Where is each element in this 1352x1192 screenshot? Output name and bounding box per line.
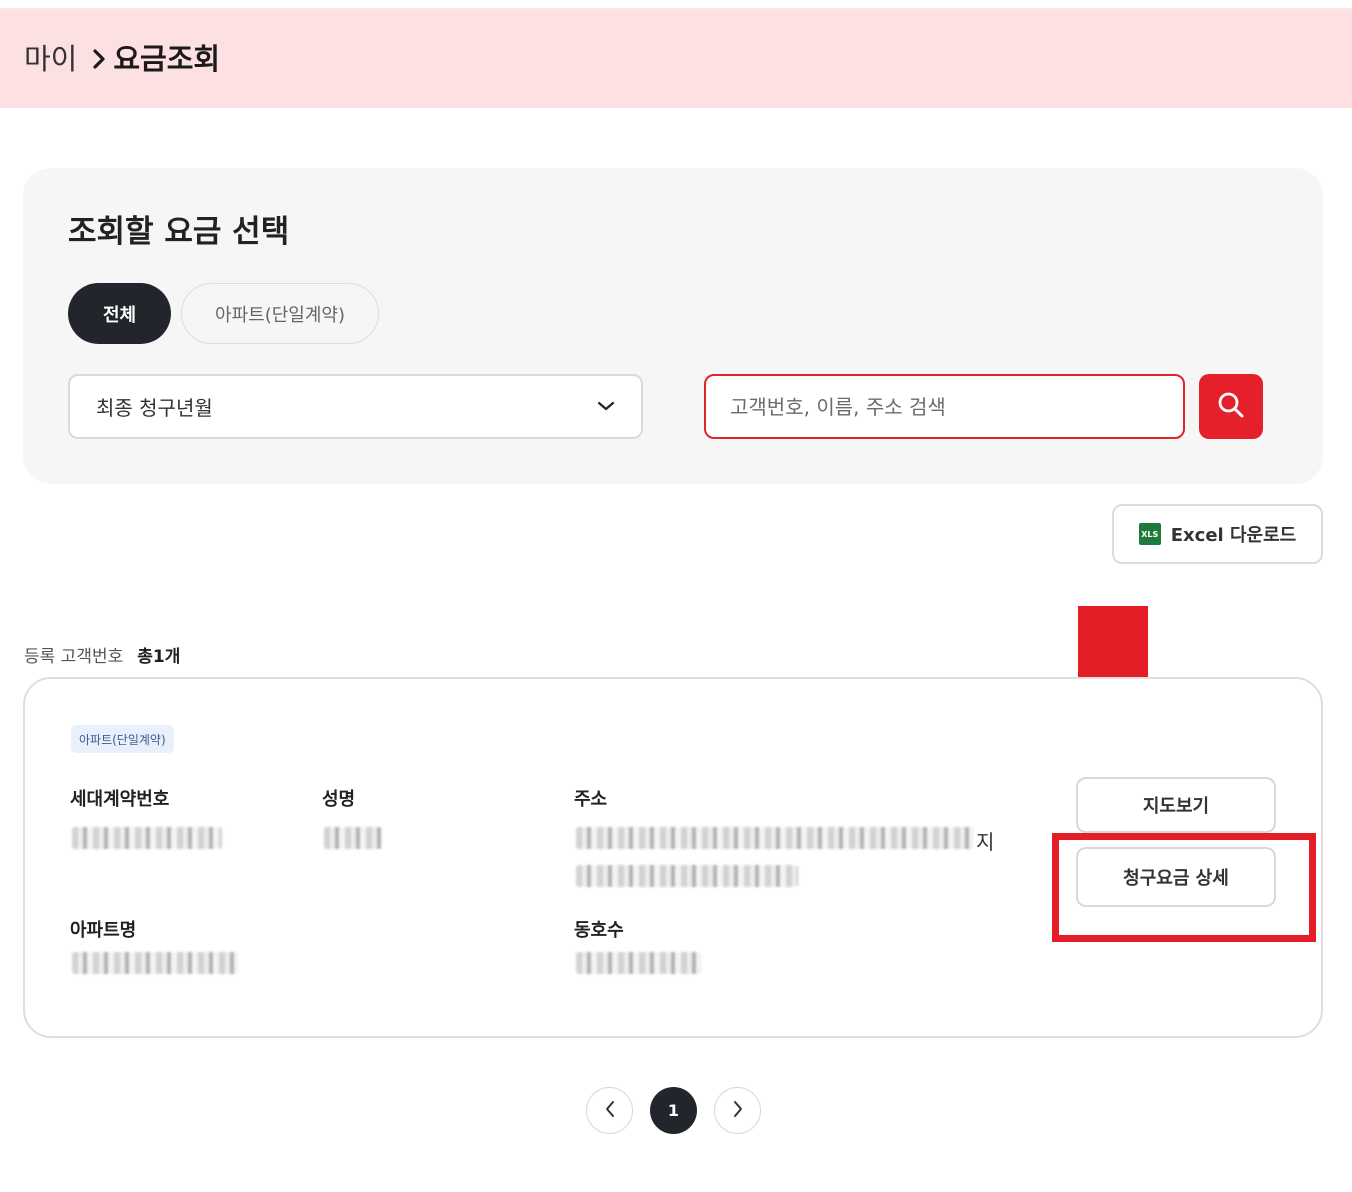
top-edge <box>0 0 1352 8</box>
registered-customer-count: 등록 고객번호 총1개 <box>24 642 180 667</box>
map-view-button[interactable]: 지도보기 <box>1076 777 1276 833</box>
unit-number-value-redacted <box>576 952 702 974</box>
chevron-right-icon <box>91 47 107 71</box>
address-line1-tail: 지 <box>976 830 995 854</box>
name-label: 성명 <box>322 789 356 810</box>
breadcrumb-current: 요금조회 <box>113 42 221 76</box>
count-label: 등록 고객번호 <box>24 647 124 667</box>
address-label: 주소 <box>574 789 608 810</box>
chip-all[interactable]: 전체 <box>68 283 171 344</box>
address-line1-redacted <box>576 827 974 849</box>
page-header: 마이 요금조회 <box>0 8 1352 108</box>
address-line2-redacted <box>576 865 798 887</box>
breadcrumb: 마이 요금조회 <box>24 40 220 78</box>
breadcrumb-parent[interactable]: 마이 <box>24 40 77 78</box>
excel-file-icon: XLS <box>1138 523 1161 545</box>
name-value-redacted <box>324 827 382 849</box>
annotation-highlight-box <box>1052 833 1316 942</box>
unit-number-label: 동호수 <box>574 920 624 941</box>
next-page-button[interactable] <box>714 1087 761 1134</box>
search-button[interactable] <box>1199 374 1263 439</box>
contract-no-label: 세대계약번호 <box>70 789 170 810</box>
prev-page-button[interactable] <box>586 1087 633 1134</box>
excel-download-button[interactable]: XLS Excel 다운로드 <box>1112 504 1323 564</box>
search-input[interactable] <box>706 376 1183 437</box>
apartment-name-value-redacted <box>72 952 238 974</box>
chevron-right-icon <box>732 1100 744 1122</box>
contract-type-badge: 아파트(단일계약) <box>71 725 174 753</box>
contract-no-value-redacted <box>72 827 222 849</box>
apartment-name-label: 아파트명 <box>70 920 137 941</box>
fee-filter-panel: 조회할 요금 선택 전체 아파트(단일계약) 최종 청구년월 <box>23 168 1323 484</box>
customer-search-field[interactable] <box>704 374 1185 439</box>
chip-apartment-single-contract[interactable]: 아파트(단일계약) <box>181 283 379 344</box>
page-1-button[interactable]: 1 <box>650 1087 697 1134</box>
chevron-down-icon <box>597 397 615 416</box>
billing-month-select[interactable]: 최종 청구년월 <box>68 374 643 439</box>
panel-title: 조회할 요금 선택 <box>68 214 290 250</box>
count-value: 총1개 <box>137 647 181 667</box>
chevron-left-icon <box>604 1100 616 1122</box>
excel-download-label: Excel 다운로드 <box>1170 525 1297 546</box>
billing-month-select-value: 최종 청구년월 <box>96 396 213 420</box>
search-icon <box>1216 390 1246 424</box>
